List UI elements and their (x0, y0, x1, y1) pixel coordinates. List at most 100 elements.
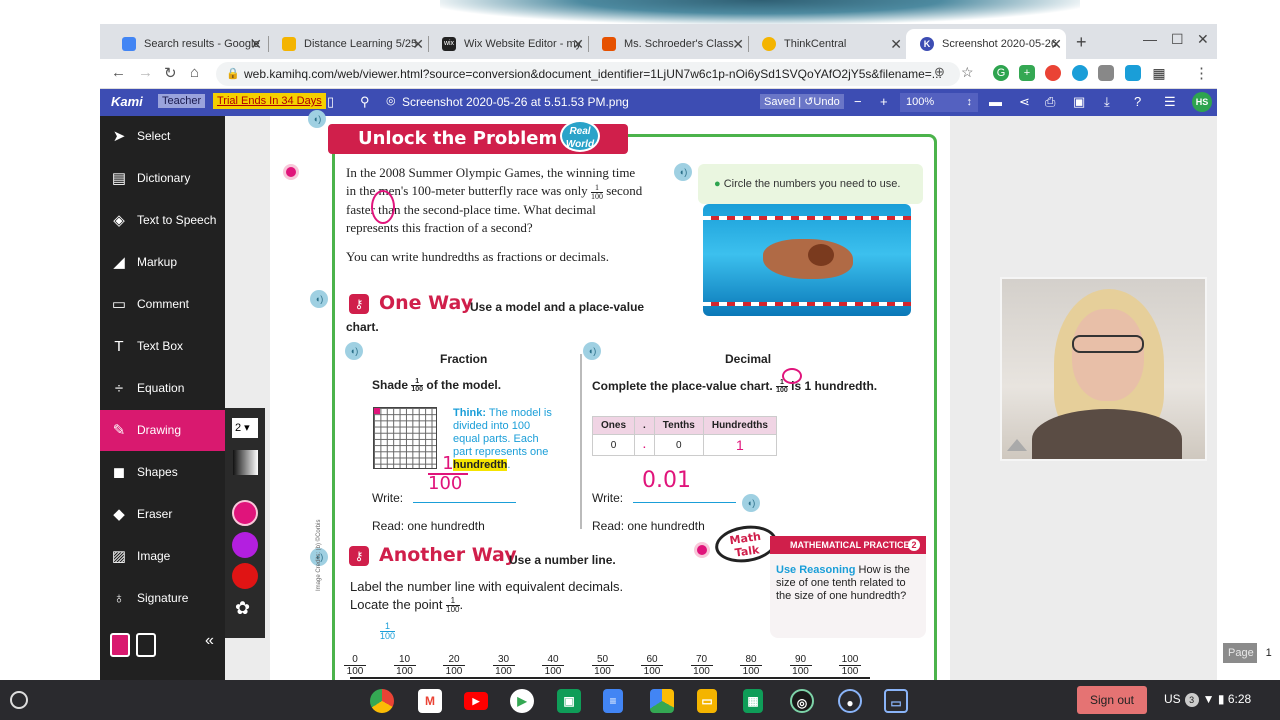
tool-label: Drawing (137, 423, 182, 437)
gmail-icon[interactable]: M (418, 689, 442, 713)
tab-thinkcentral[interactable]: ThinkCentral ✕ (748, 29, 906, 59)
bookmark-star-icon[interactable]: ☆ (961, 64, 974, 81)
number-line-tick: 20 100 (443, 654, 465, 677)
sidebar-toggle-icon[interactable]: ▯ (327, 94, 334, 110)
opacity-swatch[interactable] (233, 450, 258, 475)
apps-grid-icon[interactable]: ▦ (1151, 65, 1167, 81)
close-tab-icon[interactable]: ✕ (732, 29, 744, 59)
tool-comment[interactable]: ▭ Comment (100, 284, 225, 325)
close-window-icon[interactable]: ✕ (1197, 31, 1209, 48)
tool-signature[interactable]: ♁ Signature (100, 578, 225, 619)
color-swatch-pink[interactable] (232, 500, 258, 526)
color-swatch-purple[interactable] (232, 532, 258, 558)
audio-icon[interactable]: ◖) (308, 110, 326, 128)
comment-marker-icon[interactable] (694, 542, 710, 558)
one-way-sub2: chart. (346, 320, 379, 334)
slides-icon[interactable]: ▭ (697, 689, 717, 713)
audio-icon[interactable]: ◖) (742, 494, 760, 512)
docs-icon[interactable]: ≡ (603, 689, 623, 713)
screen-record-icon[interactable]: ▭ (884, 689, 908, 713)
palette-icon[interactable]: ✿ (235, 598, 250, 619)
zoom-in-icon[interactable]: + (880, 94, 888, 109)
tab-wix[interactable]: wix Wix Website Editor - my ✕ (428, 29, 588, 59)
chrome-icon[interactable] (370, 689, 394, 713)
menu-dots-icon[interactable]: ⋮ (1194, 64, 1209, 82)
color-swatch-red[interactable] (232, 563, 258, 589)
save-icon[interactable]: ▣ (1073, 94, 1085, 110)
close-tab-icon[interactable]: ✕ (1050, 29, 1062, 59)
zoom-out-icon[interactable]: − (854, 94, 862, 109)
extension-icon[interactable] (1045, 65, 1061, 81)
menu-icon[interactable]: ☰ (1164, 94, 1176, 110)
mode-single-icon[interactable] (110, 633, 130, 657)
extension-icon[interactable] (1072, 65, 1088, 81)
new-tab-icon[interactable]: + (1076, 32, 1087, 53)
search-icon[interactable]: ⚲ (360, 94, 370, 110)
undo-button[interactable]: ↺Undo (804, 96, 840, 108)
youtube-icon[interactable]: ▶ (464, 692, 488, 710)
zoom-select[interactable]: 100% ↕ (900, 93, 978, 112)
grammarly-icon[interactable]: G (993, 65, 1009, 81)
webcam-overlay[interactable] (1000, 277, 1207, 461)
audio-icon[interactable]: ◖) (674, 163, 692, 181)
extension-icon[interactable] (1098, 65, 1114, 81)
page-input[interactable]: 1 (1256, 643, 1280, 663)
play-store-icon[interactable]: ▶ (510, 689, 534, 713)
number-line-point-label: 1 100 (380, 622, 396, 641)
maximize-icon[interactable]: ☐ (1171, 31, 1184, 48)
launcher-icon[interactable] (10, 691, 28, 709)
app-icon[interactable]: ◎ (790, 689, 814, 713)
audio-icon[interactable]: ◖) (345, 342, 363, 360)
webcam-collapse-icon[interactable] (1007, 439, 1027, 451)
system-tray[interactable]: US 3 ▼ ▮ 6:28 (1164, 692, 1251, 707)
tool-shapes[interactable]: ◼ Shapes (100, 452, 225, 493)
close-tab-icon[interactable]: ✕ (890, 29, 902, 59)
user-avatar[interactable]: HS (1192, 92, 1212, 112)
share-icon[interactable]: ⋖ (1019, 94, 1030, 110)
tool-dictionary[interactable]: ▤ Dictionary (100, 158, 225, 199)
home-icon[interactable]: ⌂ (190, 64, 199, 81)
help-icon[interactable]: ? (1134, 94, 1141, 109)
tool-text-to-speech[interactable]: ◈ Text to Speech (100, 200, 225, 241)
collapse-sidebar-icon[interactable]: « (205, 632, 214, 650)
url-field[interactable]: 🔒 web.kamihq.com/web/viewer.html?source=… (216, 62, 960, 86)
add-icon[interactable]: ⊕ (934, 64, 945, 80)
sign-out-button[interactable]: Sign out (1077, 686, 1147, 714)
classroom-icon[interactable]: ▣ (557, 689, 581, 713)
download-icon[interactable]: ⤓ (1104, 94, 1110, 110)
drive-icon[interactable] (650, 689, 674, 713)
tool-select[interactable]: ➤ Select (100, 116, 225, 157)
stroke-size-select[interactable]: 2 ▾ (232, 418, 258, 438)
tool-equation[interactable]: ÷ Equation (100, 368, 225, 409)
audio-icon[interactable]: ◖) (310, 290, 328, 308)
minimize-icon[interactable]: — (1143, 31, 1157, 47)
mode-double-icon[interactable] (136, 633, 156, 657)
screencast-icon[interactable]: ● (838, 689, 862, 713)
tool-image[interactable]: ▨ Image (100, 536, 225, 577)
mp-number: 2 (908, 539, 920, 551)
tab-google[interactable]: Search results - Google ✕ (108, 29, 266, 59)
close-tab-icon[interactable]: ✕ (250, 29, 262, 59)
tool-text-box[interactable]: T Text Box (100, 326, 225, 367)
trial-link[interactable]: Trial Ends In 34 Days (213, 93, 326, 109)
forward-icon[interactable]: → (138, 64, 153, 81)
sheets-icon[interactable]: ▦ (743, 689, 763, 713)
print-icon[interactable]: ⎙ (1045, 94, 1055, 110)
tool-eraser[interactable]: ◆ Eraser (100, 494, 225, 535)
tool-drawing[interactable]: ✎ Drawing (100, 410, 225, 451)
folder-icon[interactable]: ▬ (989, 94, 1002, 109)
tab-distance-learning[interactable]: Distance Learning 5/25 ✕ (268, 29, 428, 59)
tab-class[interactable]: Ms. Schroeder's Class ✕ (588, 29, 748, 59)
tool-markup[interactable]: ◢ Markup (100, 242, 225, 283)
mode-toggle[interactable] (108, 631, 158, 659)
audio-icon[interactable]: ◖) (583, 342, 601, 360)
reload-icon[interactable]: ↻ (164, 64, 177, 82)
close-tab-icon[interactable]: ✕ (572, 29, 584, 59)
bullet-icon: ● (714, 178, 721, 190)
close-tab-icon[interactable]: ✕ (412, 29, 424, 59)
back-icon[interactable]: ← (111, 64, 126, 81)
comment-marker-icon[interactable] (283, 164, 299, 180)
tab-kami-active[interactable]: K Screenshot 2020-05-26 ✕ (906, 29, 1066, 59)
extension-icon[interactable] (1125, 65, 1141, 81)
extension-icon[interactable]: + (1019, 65, 1035, 81)
